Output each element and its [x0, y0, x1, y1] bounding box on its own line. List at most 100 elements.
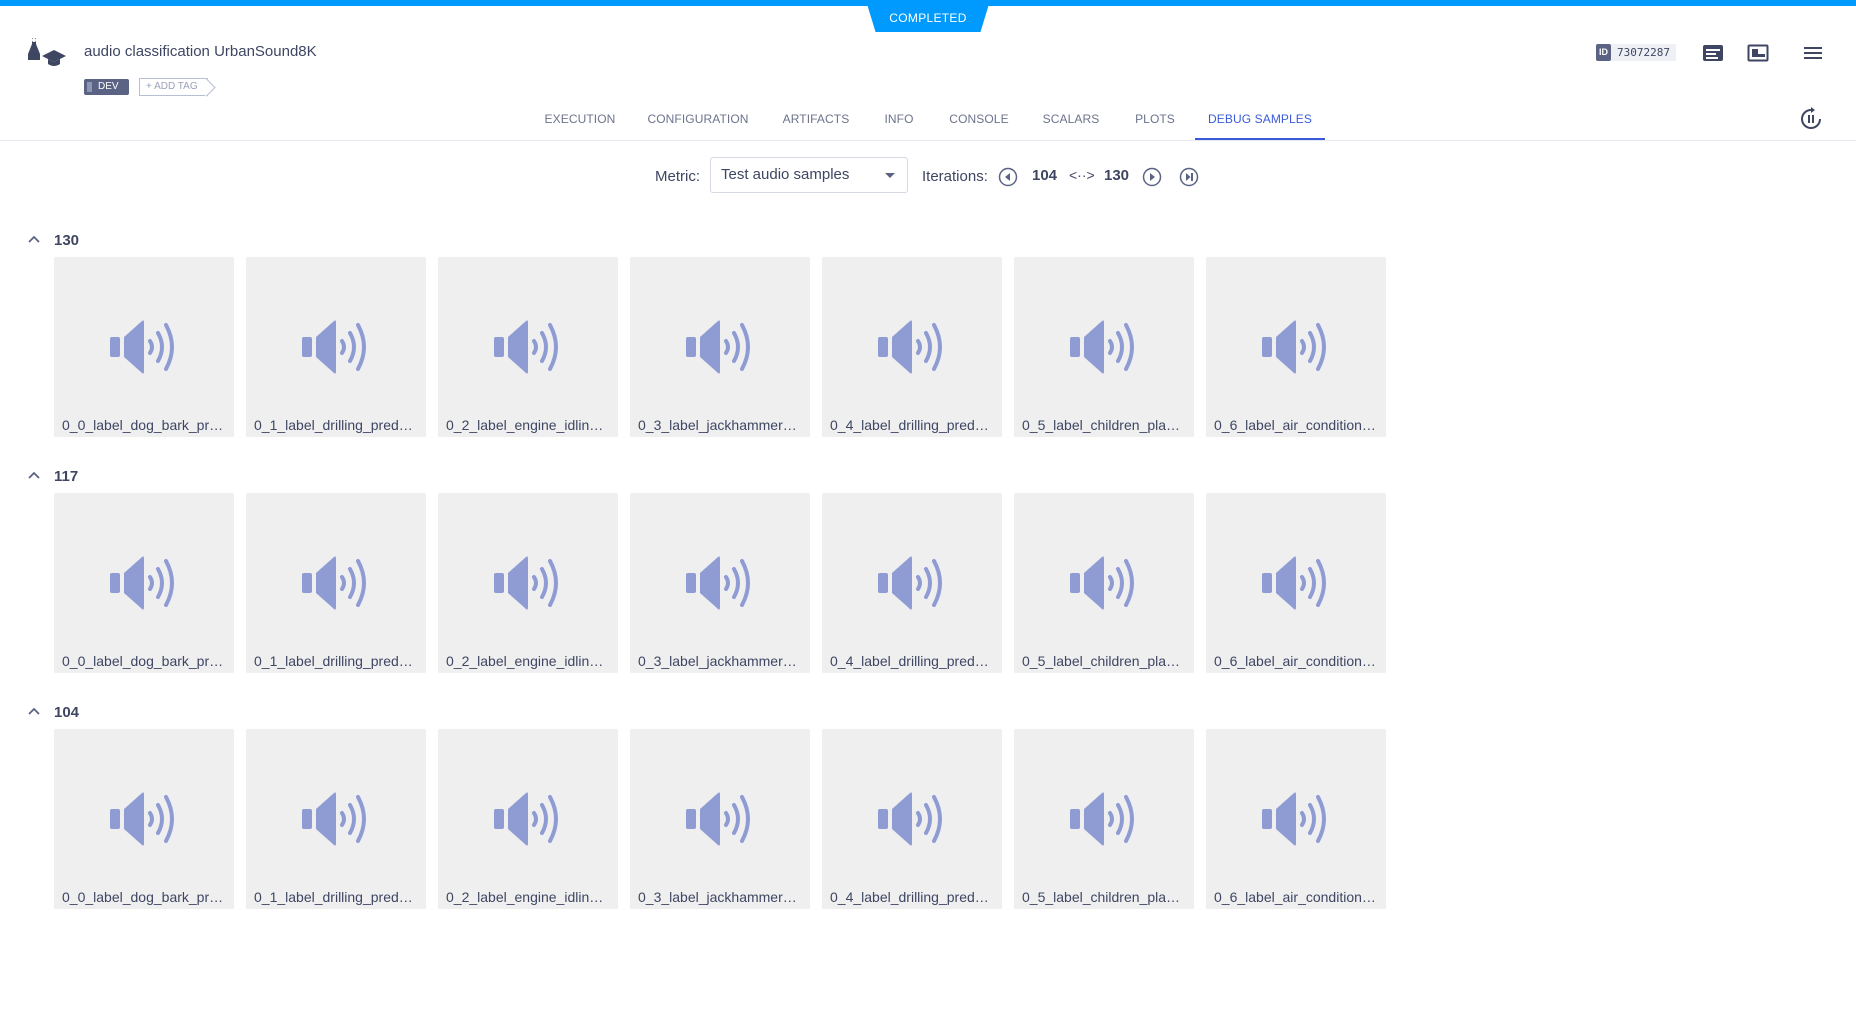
- audio-sample-tile[interactable]: 0_5_label_children_playi...: [1014, 493, 1194, 673]
- speaker-icon: [878, 792, 942, 846]
- hamburger-menu-icon: [1804, 47, 1822, 59]
- add-tag-button[interactable]: + ADD TAG: [139, 78, 208, 96]
- audio-sample-tile[interactable]: 0_0_label_dog_bark_pre...: [54, 493, 234, 673]
- sample-label: 0_2_label_engine_idling_...: [446, 653, 610, 669]
- audio-sample-tile[interactable]: 0_1_label_drilling_pred_...: [246, 729, 426, 909]
- sample-label: 0_4_label_drilling_pred_...: [830, 889, 994, 905]
- info-panel-button[interactable]: [1700, 40, 1726, 66]
- sample-grid: 0_0_label_dog_bark_pre... 0_1_label_dril…: [54, 257, 1398, 437]
- metric-selected-value: Test audio samples: [721, 166, 850, 183]
- audio-sample-tile[interactable]: 0_2_label_engine_idling_...: [438, 729, 618, 909]
- speaker-icon: [302, 792, 366, 846]
- previous-iteration-icon[interactable]: [998, 167, 1018, 187]
- sample-label: 0_2_label_engine_idling_...: [446, 889, 610, 905]
- audio-sample-tile[interactable]: 0_6_label_air_conditione...: [1206, 729, 1386, 909]
- sample-label: 0_3_label_jackhammer_...: [638, 417, 802, 433]
- sample-label: 0_1_label_drilling_pred_...: [254, 653, 418, 669]
- audio-sample-tile[interactable]: 0_6_label_air_conditione...: [1206, 257, 1386, 437]
- audio-sample-tile[interactable]: 0_4_label_drilling_pred_...: [822, 493, 1002, 673]
- refresh-pause-icon: [1801, 107, 1821, 129]
- id-label: ID: [1596, 44, 1611, 61]
- audio-sample-tile[interactable]: 0_1_label_drilling_pred_...: [246, 257, 426, 437]
- audio-sample-tile[interactable]: 0_2_label_engine_idling_...: [438, 257, 618, 437]
- speaker-icon: [302, 320, 366, 374]
- layout-panel-icon: [1747, 44, 1769, 62]
- sample-label: 0_6_label_air_conditione...: [1214, 417, 1378, 433]
- sample-label: 0_5_label_children_playi...: [1022, 417, 1186, 433]
- chevron-up-icon: [28, 707, 40, 715]
- audio-sample-tile[interactable]: 0_5_label_children_playi...: [1014, 729, 1194, 909]
- tab-execution[interactable]: EXECUTION: [542, 104, 618, 138]
- audio-sample-tile[interactable]: 0_0_label_dog_bark_pre...: [54, 729, 234, 909]
- audio-sample-tile[interactable]: 0_0_label_dog_bark_pre...: [54, 257, 234, 437]
- sample-label: 0_6_label_air_conditione...: [1214, 653, 1378, 669]
- speaker-icon: [494, 320, 558, 374]
- speaker-icon: [1262, 320, 1326, 374]
- speaker-icon: [110, 792, 174, 846]
- sample-label: 0_1_label_drilling_pred_...: [254, 417, 418, 433]
- speaker-icon: [686, 792, 750, 846]
- audio-sample-tile[interactable]: 0_3_label_jackhammer_...: [630, 257, 810, 437]
- metric-label: Metric:: [655, 168, 700, 185]
- iteration-number: 130: [54, 231, 80, 249]
- speaker-icon: [494, 792, 558, 846]
- speaker-icon: [1070, 320, 1134, 374]
- caret-down-icon: [885, 173, 895, 178]
- menu-button[interactable]: [1800, 40, 1826, 66]
- tab-scalars[interactable]: SCALARS: [1038, 104, 1104, 138]
- tab-artifacts[interactable]: ARTIFACTS: [776, 104, 856, 138]
- tag-label: DEV: [98, 81, 119, 92]
- chevron-up-icon: [28, 235, 40, 243]
- speaker-icon: [878, 556, 942, 610]
- id-value: 73072287: [1611, 44, 1676, 61]
- audio-sample-tile[interactable]: 0_2_label_engine_idling_...: [438, 493, 618, 673]
- speaker-icon: [1070, 792, 1134, 846]
- task-title: audio classification UrbanSound8K: [84, 43, 317, 60]
- audio-sample-tile[interactable]: 0_3_label_jackhammer_...: [630, 729, 810, 909]
- speaker-icon: [302, 556, 366, 610]
- tab-console[interactable]: CONSOLE: [946, 104, 1012, 138]
- tag-dev[interactable]: DEV: [84, 79, 129, 95]
- toggle-details-button[interactable]: [1745, 40, 1771, 66]
- sample-label: 0_0_label_dog_bark_pre...: [62, 417, 226, 433]
- audio-sample-tile[interactable]: 0_6_label_air_conditione...: [1206, 493, 1386, 673]
- tab-plots[interactable]: PLOTS: [1130, 104, 1180, 138]
- sample-label: 0_3_label_jackhammer_...: [638, 889, 802, 905]
- tab-debug-samples[interactable]: DEBUG SAMPLES: [1195, 104, 1325, 140]
- sample-label: 0_4_label_drilling_pred_...: [830, 653, 994, 669]
- tab-configuration[interactable]: CONFIGURATION: [646, 104, 750, 138]
- iteration-group-header[interactable]: 104: [26, 702, 79, 722]
- sample-label: 0_0_label_dog_bark_pre...: [62, 653, 226, 669]
- tab-info[interactable]: INFO: [879, 104, 919, 138]
- audio-sample-tile[interactable]: 0_4_label_drilling_pred_...: [822, 729, 1002, 909]
- tag-color-icon: [87, 82, 92, 92]
- auto-refresh-button[interactable]: [1796, 104, 1826, 134]
- speaker-icon: [110, 320, 174, 374]
- iteration-from: 104: [1032, 167, 1058, 184]
- last-iteration-icon[interactable]: [1179, 167, 1199, 187]
- audio-sample-tile[interactable]: 0_1_label_drilling_pred_...: [246, 493, 426, 673]
- audio-sample-tile[interactable]: 0_3_label_jackhammer_...: [630, 493, 810, 673]
- next-iteration-icon[interactable]: [1142, 167, 1162, 187]
- speaker-icon: [494, 556, 558, 610]
- sample-label: 0_6_label_air_conditione...: [1214, 889, 1378, 905]
- iteration-to: 130: [1104, 167, 1130, 184]
- speaker-icon: [1262, 556, 1326, 610]
- audio-sample-tile[interactable]: 0_5_label_children_playi...: [1014, 257, 1194, 437]
- iteration-group-header[interactable]: 117: [26, 466, 78, 486]
- iteration-group-header[interactable]: 130: [26, 230, 79, 250]
- audio-sample-tile[interactable]: 0_4_label_drilling_pred_...: [822, 257, 1002, 437]
- task-id-badge[interactable]: ID 73072287: [1596, 44, 1676, 61]
- status-badge: COMPLETED: [867, 4, 989, 32]
- speaker-icon: [878, 320, 942, 374]
- speaker-icon: [1070, 556, 1134, 610]
- iteration-number: 117: [54, 467, 79, 485]
- speaker-icon: [110, 556, 174, 610]
- tab-bar: EXECUTION CONFIGURATION ARTIFACTS INFO C…: [0, 104, 1856, 140]
- sample-label: 0_1_label_drilling_pred_...: [254, 889, 418, 905]
- speaker-icon: [1262, 792, 1326, 846]
- metric-select[interactable]: Test audio samples: [710, 157, 908, 193]
- iterations-label: Iterations:: [922, 168, 988, 185]
- sample-label: 0_5_label_children_playi...: [1022, 889, 1186, 905]
- info-list-icon: [1703, 45, 1723, 61]
